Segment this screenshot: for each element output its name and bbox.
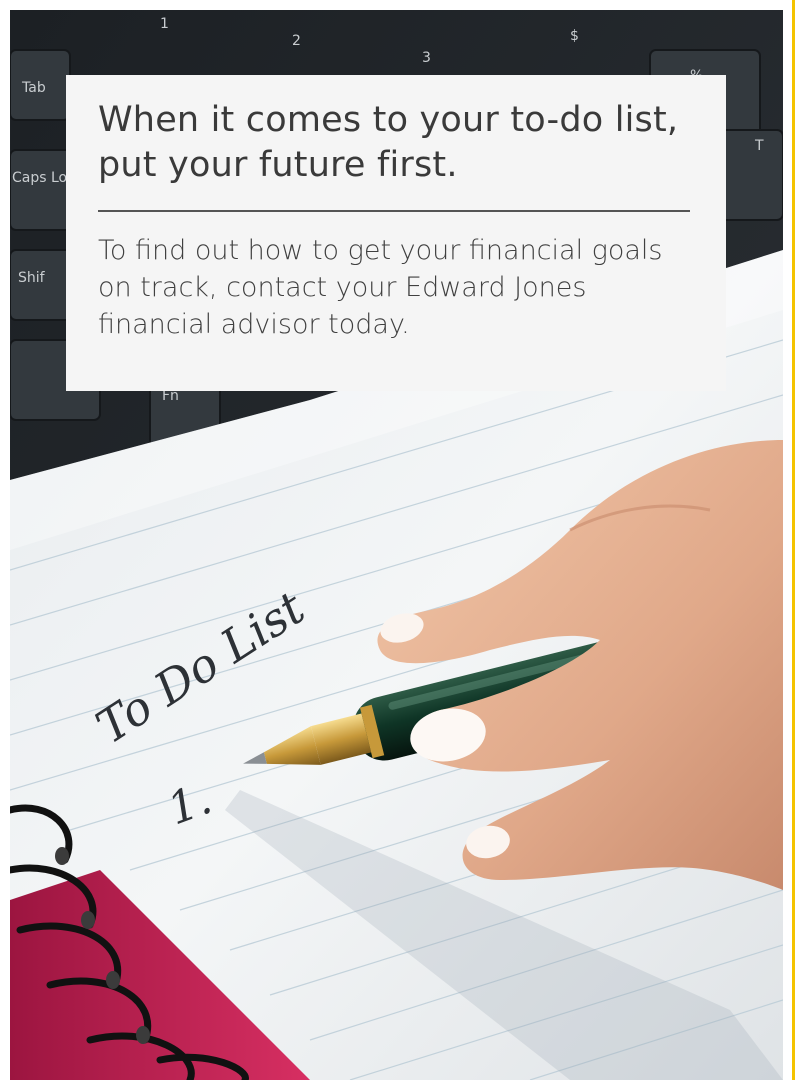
body-copy: To find out how to get your financial go… xyxy=(98,234,663,340)
svg-text:T: T xyxy=(754,138,764,154)
headline: When it comes to your to-do list, put yo… xyxy=(98,100,679,185)
svg-text:Shif: Shif xyxy=(18,270,46,286)
svg-text:3: 3 xyxy=(422,50,431,66)
svg-text:Tab: Tab xyxy=(21,80,46,96)
svg-text:2: 2 xyxy=(292,33,301,49)
ad-page: Tab Caps Lo Shif Fn 1 2 3 $ % T xyxy=(0,0,800,1080)
svg-text:1: 1 xyxy=(160,16,169,32)
svg-text:Caps Lo: Caps Lo xyxy=(12,170,67,186)
accent-rule xyxy=(792,0,795,1080)
headline-divider xyxy=(98,210,690,212)
caption-box: When it comes to your to-do list, put yo… xyxy=(66,75,726,391)
svg-text:$: $ xyxy=(570,28,579,44)
